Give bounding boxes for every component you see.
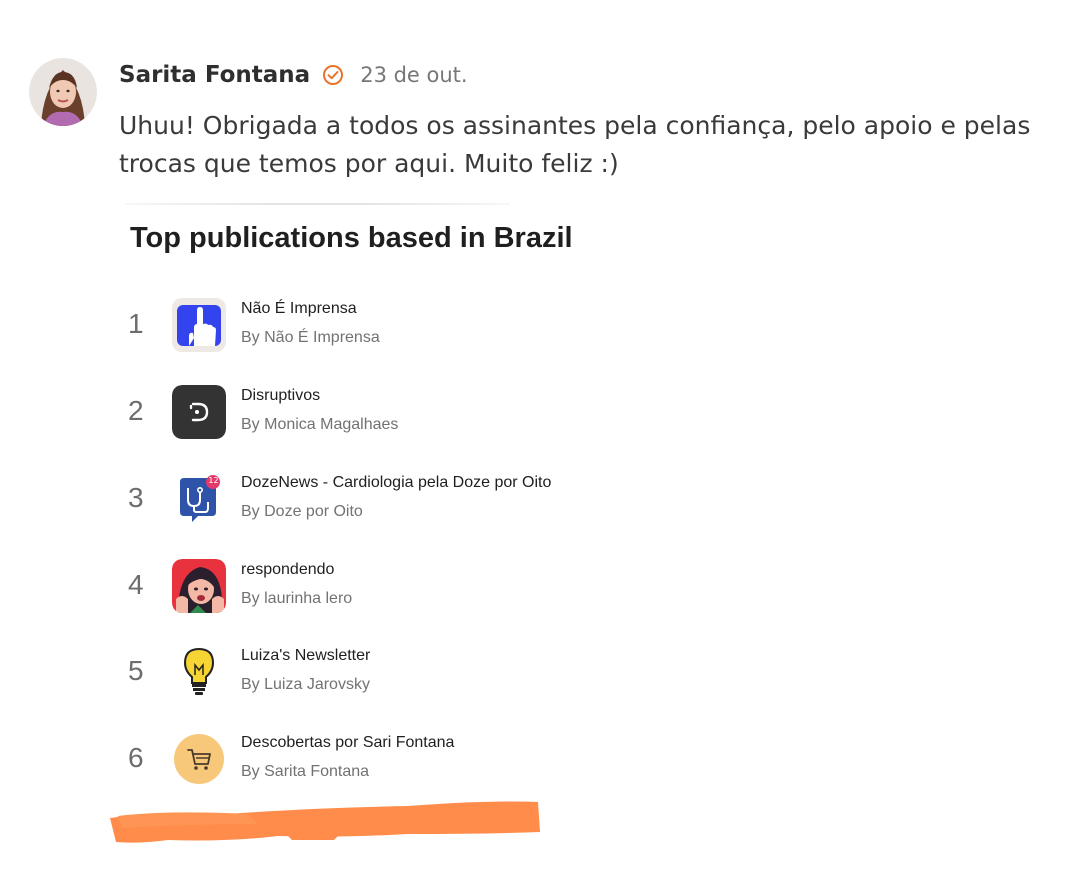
publication-name[interactable]: Luiza's Newsletter — [241, 647, 370, 665]
medical-chat-icon: 12 — [172, 472, 226, 526]
publication-author[interactable]: By Sarita Fontana — [241, 763, 369, 781]
author-name[interactable]: Sarita Fontana — [119, 62, 310, 88]
publication-name[interactable]: Descobertas por Sari Fontana — [241, 734, 454, 752]
publication-row[interactable]: 5 Luiza's Newsletter By Luiza Jarovsky — [0, 645, 700, 705]
lightbulb-icon — [172, 645, 226, 699]
rank-number: 3 — [128, 482, 144, 513]
publication-name[interactable]: respondendo — [241, 561, 334, 579]
post-date[interactable]: 23 de out. — [360, 63, 467, 87]
rank-number: 2 — [128, 395, 144, 426]
publication-name[interactable]: Disruptivos — [241, 387, 320, 405]
publication-row[interactable]: 3 12 DozeNews - Cardiologia pela Doze po… — [0, 472, 700, 532]
embed-divider — [125, 203, 510, 205]
publication-author[interactable]: By laurinha lero — [241, 590, 352, 608]
publication-name[interactable]: Não É Imprensa — [241, 300, 357, 318]
shopping-cart-icon — [172, 732, 226, 786]
rank-number: 5 — [128, 655, 144, 686]
publication-row[interactable]: 4 respondendo By laurinha lero — [0, 559, 700, 619]
publication-author[interactable]: By Doze por Oito — [241, 503, 363, 521]
rank-number: 1 — [128, 308, 144, 339]
card-title: Top publications based in Brazil — [130, 222, 573, 254]
publication-row[interactable]: 6 Descobertas por Sari Fontana By Sarita… — [0, 732, 700, 792]
rank-number: 4 — [128, 569, 144, 600]
illustrated-face-icon — [172, 559, 226, 613]
publication-row[interactable]: 1 Não É Imprensa By Não É Imprensa — [0, 298, 700, 358]
publication-name[interactable]: DozeNews - Cardiologia pela Doze por Oit… — [241, 474, 551, 492]
pointing-hand-icon — [172, 298, 226, 352]
publication-author[interactable]: By Não É Imprensa — [241, 329, 380, 347]
redaction-marker — [108, 798, 548, 854]
publication-author[interactable]: By Monica Magalhaes — [241, 416, 398, 434]
post-body: Uhuu! Obrigada a todos os assinantes pel… — [119, 111, 1031, 178]
publication-row[interactable]: 2 Disruptivos By Monica Magalhaes — [0, 385, 700, 445]
rank-number: 6 — [128, 742, 144, 773]
post-header: Sarita Fontana 23 de out. — [119, 62, 468, 88]
avatar[interactable] — [29, 58, 97, 126]
notification-badge: 12 — [208, 476, 219, 485]
verified-check-icon — [322, 64, 344, 86]
d-letter-icon — [172, 385, 226, 439]
publication-author[interactable]: By Luiza Jarovsky — [241, 676, 370, 694]
